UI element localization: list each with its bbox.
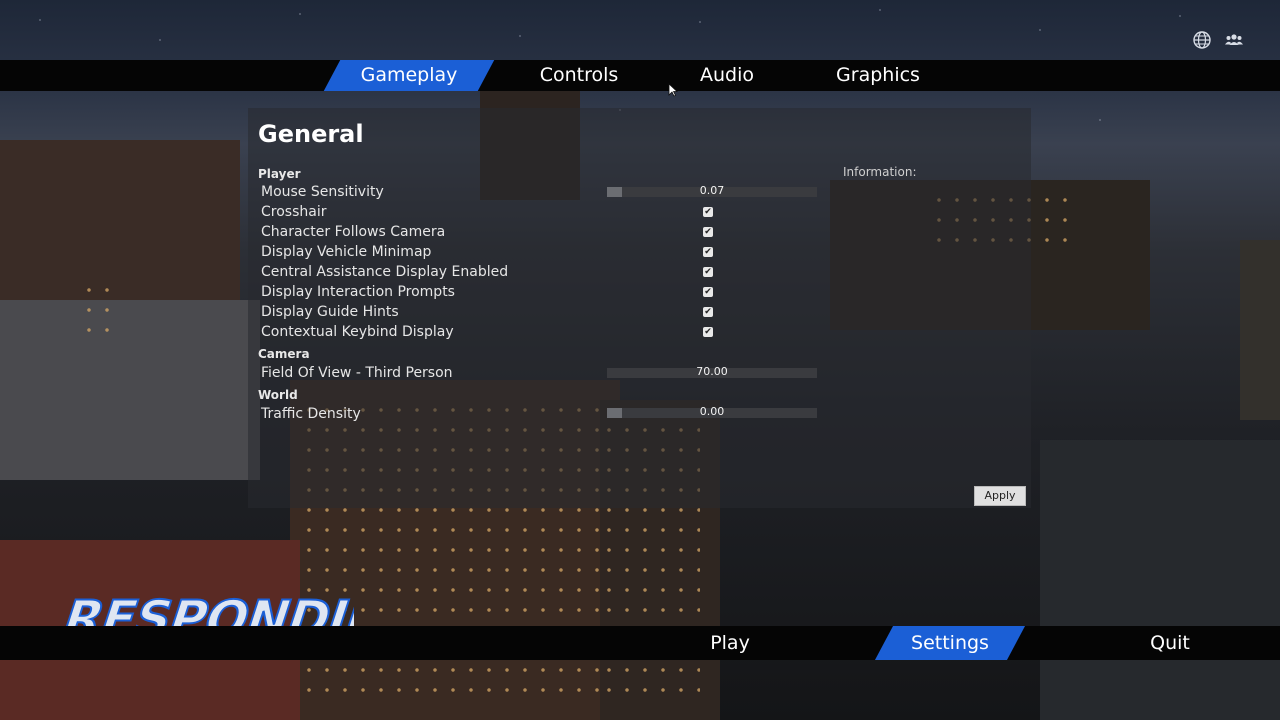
traffic-density-slider[interactable]: 0.00 bbox=[607, 405, 817, 418]
slider-value: 70.00 bbox=[696, 365, 728, 378]
settings-panel: General Player Mouse Sensitivity 0.07 Cr… bbox=[248, 108, 1031, 508]
bottom-nav-bar: Play Settings Quit bbox=[0, 626, 1280, 660]
tab-label: Graphics bbox=[836, 64, 920, 86]
display-vehicle-minimap-checkbox[interactable]: ✔ bbox=[703, 247, 713, 257]
game-background: Gameplay Controls Audio Graphics General… bbox=[0, 0, 1280, 720]
settings-label: Settings bbox=[911, 632, 989, 654]
play-label: Play bbox=[710, 632, 750, 654]
top-icons bbox=[1192, 30, 1244, 50]
play-button[interactable]: Play bbox=[670, 626, 790, 660]
tab-label: Controls bbox=[539, 64, 619, 86]
building bbox=[0, 300, 260, 480]
mouse-sensitivity-label: Mouse Sensitivity bbox=[261, 184, 384, 200]
central-assistance-label: Central Assistance Display Enabled bbox=[261, 264, 509, 280]
building bbox=[1240, 240, 1280, 420]
slider-value: 0.07 bbox=[699, 184, 725, 197]
contextual-keybind-label: Contextual Keybind Display bbox=[261, 324, 454, 340]
character-follows-camera-label: Character Follows Camera bbox=[261, 224, 446, 240]
tab-label: Gameplay bbox=[360, 64, 458, 86]
building bbox=[1040, 440, 1280, 720]
globe-icon[interactable] bbox=[1192, 30, 1212, 50]
panel-title: General bbox=[258, 120, 364, 148]
tab-gameplay[interactable]: Gameplay bbox=[332, 60, 486, 91]
mouse-cursor-icon bbox=[668, 83, 678, 97]
slider-value: 0.00 bbox=[699, 405, 725, 418]
users-icon[interactable] bbox=[1224, 30, 1244, 50]
crosshair-label: Crosshair bbox=[261, 204, 327, 220]
section-camera: Camera bbox=[258, 347, 310, 361]
lit-windows bbox=[80, 280, 120, 340]
tab-label: Audio bbox=[699, 64, 754, 86]
contextual-keybind-checkbox[interactable]: ✔ bbox=[703, 327, 713, 337]
information-label: Information: bbox=[843, 165, 917, 179]
tab-audio[interactable]: Audio bbox=[670, 60, 784, 91]
tab-graphics[interactable]: Graphics bbox=[814, 60, 942, 91]
traffic-density-label: Traffic Density bbox=[261, 406, 361, 422]
interaction-prompts-label: Display Interaction Prompts bbox=[261, 284, 455, 300]
quit-label: Quit bbox=[1150, 632, 1190, 654]
settings-button[interactable]: Settings bbox=[884, 626, 1016, 660]
section-player: Player bbox=[258, 167, 301, 181]
guide-hints-label: Display Guide Hints bbox=[261, 304, 399, 320]
top-nav-bar: Gameplay Controls Audio Graphics bbox=[0, 60, 1280, 91]
fov-third-person-slider[interactable]: 70.00 bbox=[607, 365, 817, 378]
crosshair-checkbox[interactable]: ✔ bbox=[703, 207, 713, 217]
tab-controls[interactable]: Controls bbox=[517, 60, 641, 91]
guide-hints-checkbox[interactable]: ✔ bbox=[703, 307, 713, 317]
interaction-prompts-checkbox[interactable]: ✔ bbox=[703, 287, 713, 297]
mouse-sensitivity-slider[interactable]: 0.07 bbox=[607, 184, 817, 197]
section-world: World bbox=[258, 388, 298, 402]
display-vehicle-minimap-label: Display Vehicle Minimap bbox=[261, 244, 432, 260]
character-follows-camera-checkbox[interactable]: ✔ bbox=[703, 227, 713, 237]
apply-button[interactable]: Apply bbox=[974, 486, 1026, 506]
quit-button[interactable]: Quit bbox=[1110, 626, 1230, 660]
central-assistance-checkbox[interactable]: ✔ bbox=[703, 267, 713, 277]
fov-third-person-label: Field Of View - Third Person bbox=[261, 365, 453, 381]
